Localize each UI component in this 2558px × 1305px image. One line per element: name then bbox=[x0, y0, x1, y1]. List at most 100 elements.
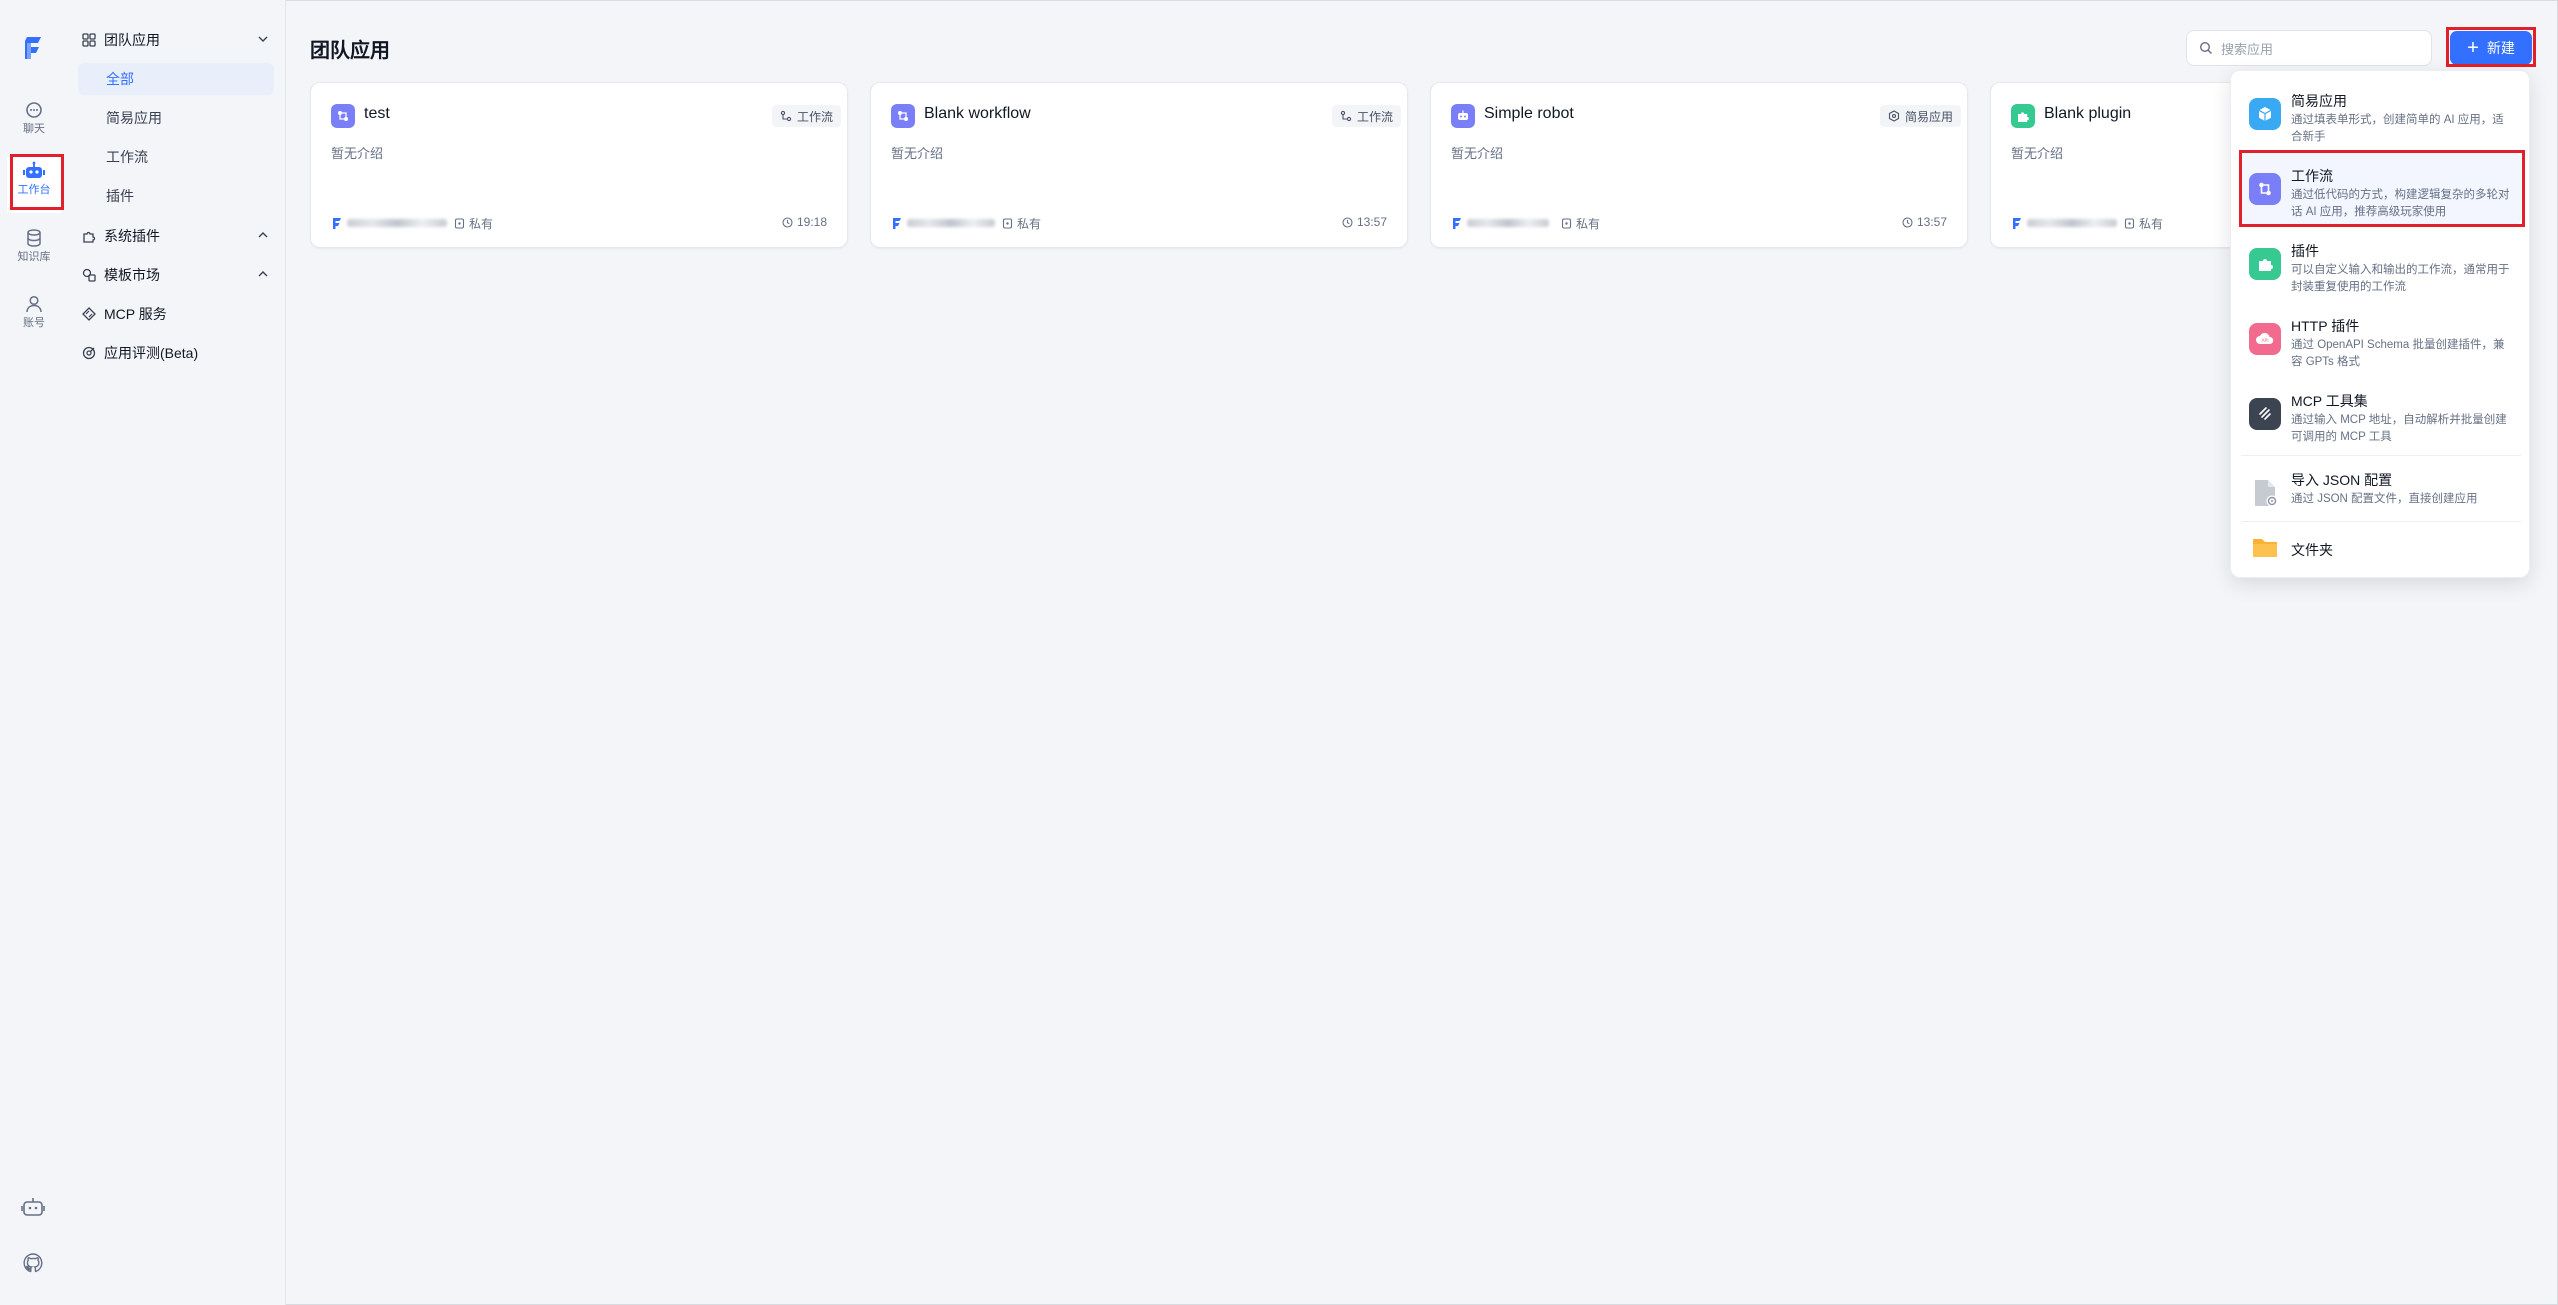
app-name: Blank plugin bbox=[2044, 105, 2132, 122]
avatar-icon bbox=[333, 218, 341, 229]
avatar-icon bbox=[2013, 218, 2021, 229]
menu-item-desc: 通过输入 MCP 地址，自动解析并批量创建可调用的 MCP 工具 bbox=[2291, 414, 2507, 443]
sidebar-group-template-market[interactable]: 模板市场 bbox=[80, 262, 278, 288]
menu-item-desc: 通过 JSON 配置文件，直接创建应用 bbox=[2291, 493, 2478, 505]
owner-name-redacted bbox=[907, 219, 995, 227]
simple-app-icon bbox=[1451, 104, 1475, 128]
sidebar-item-app-eval[interactable]: 应用评测(Beta) bbox=[80, 340, 278, 366]
sidebar-item-mcp-service[interactable]: MCP 服务 bbox=[80, 301, 278, 327]
menu-item-import-json[interactable]: 导入 JSON 配置 通过 JSON 配置文件，直接创建应用 bbox=[2241, 457, 2521, 529]
plugin-icon bbox=[80, 227, 98, 245]
visibility-label: 私有 bbox=[2139, 217, 2164, 231]
sidebar-group-system-plugins[interactable]: 系统插件 bbox=[80, 223, 278, 249]
plugin-app-icon bbox=[2011, 104, 2035, 128]
visibility-badge: 私有 bbox=[454, 215, 493, 232]
sidebar-item-simple-apps[interactable]: 简易应用 bbox=[78, 102, 274, 134]
rail-item-knowledge-label: 知识库 bbox=[17, 251, 51, 263]
sidebar-group-team-apps[interactable]: 团队应用 bbox=[80, 27, 278, 53]
database-icon bbox=[27, 229, 41, 247]
workflow-app-icon bbox=[331, 104, 355, 128]
updated-time-label: 13:57 bbox=[1916, 215, 1947, 229]
menu-item-title: 文件夹 bbox=[2291, 542, 2333, 558]
mcp-icon bbox=[80, 305, 98, 323]
menu-item-title: 工作流 bbox=[2291, 168, 2333, 184]
app-card-footer: 私有 13:57 bbox=[891, 214, 1387, 232]
app-name: Simple robot bbox=[1484, 105, 1574, 122]
puzzle-icon bbox=[2249, 248, 2281, 280]
template-icon bbox=[80, 266, 98, 284]
app-type-tag: 简易应用 bbox=[1879, 105, 1961, 127]
clock-icon bbox=[1902, 216, 1913, 228]
new-button-label: 新建 bbox=[2486, 40, 2515, 56]
app-description: 暂无介绍 bbox=[891, 146, 944, 161]
page-title: 团队应用 bbox=[310, 40, 390, 62]
rail-item-workbench[interactable]: 工作台 bbox=[7, 157, 61, 213]
app-type-tag: 工作流 bbox=[1331, 105, 1401, 127]
chevron-up-icon bbox=[258, 232, 268, 238]
sidebar-group-team-apps-label: 团队应用 bbox=[104, 32, 160, 48]
menu-item-title: 简易应用 bbox=[2291, 93, 2347, 109]
evaluation-icon bbox=[80, 344, 98, 362]
sidebar-item-mcp-service-label: MCP 服务 bbox=[104, 306, 167, 322]
menu-item-workflow[interactable]: 工作流 通过低代码的方式，构建逻辑复杂的多轮对话 AI 应用，推荐高级玩家使用 bbox=[2241, 153, 2521, 225]
new-button[interactable]: + 新建 bbox=[2450, 31, 2532, 65]
clock-icon bbox=[1342, 216, 1353, 228]
app-card-simple-robot[interactable]: Simple robot 简易应用 暂无介绍 私有 13:57 bbox=[1430, 82, 1968, 248]
mcp-icon bbox=[2249, 398, 2281, 430]
rail-item-chat[interactable]: 聊天 bbox=[7, 96, 61, 152]
app-card-footer: 私有 13:57 bbox=[1451, 214, 1947, 232]
app-type-label: 工作流 bbox=[796, 109, 833, 124]
sidebar-item-workflow[interactable]: 工作流 bbox=[78, 141, 274, 173]
app-card-blank-workflow[interactable]: Blank workflow 工作流 暂无介绍 私有 13:57 bbox=[870, 82, 1408, 248]
lock-icon bbox=[1002, 218, 1013, 229]
lock-icon bbox=[454, 218, 465, 229]
sidebar-item-plugins[interactable]: 插件 bbox=[78, 180, 274, 212]
updated-time-label: 19:18 bbox=[796, 215, 827, 229]
svg-text:API: API bbox=[2261, 338, 2268, 344]
visibility-label: 私有 bbox=[1017, 217, 1042, 231]
sidebar-group-template-market-label: 模板市场 bbox=[104, 267, 160, 283]
robot-icon bbox=[23, 161, 45, 178]
rail-item-account-label: 账号 bbox=[23, 317, 45, 329]
owner-name-redacted bbox=[347, 219, 447, 227]
menu-item-desc: 可以自定义输入和输出的工作流，通常用于封装重复使用的工作流 bbox=[2291, 264, 2510, 293]
github-icon[interactable] bbox=[21, 1251, 45, 1275]
app-description: 暂无介绍 bbox=[331, 146, 384, 161]
sidebar-group-system-plugins-label: 系统插件 bbox=[104, 228, 160, 244]
menu-item-mcp-toolset[interactable]: MCP 工具集 通过输入 MCP 地址，自动解析并批量创建可调用的 MCP 工具 bbox=[2241, 378, 2521, 450]
sidebar: 团队应用 全部 简易应用 工作流 插件 系统插件 模板市场 MCP 服务 应用评… bbox=[66, 0, 286, 1305]
workflow-icon bbox=[780, 110, 792, 122]
rail-item-knowledge[interactable]: 知识库 bbox=[7, 224, 61, 280]
menu-item-folder[interactable]: 文件夹 bbox=[2241, 523, 2521, 573]
app-card-footer: 私有 19:18 bbox=[331, 214, 827, 232]
sidebar-item-all[interactable]: 全部 bbox=[78, 63, 274, 95]
lock-icon bbox=[1561, 218, 1572, 229]
avatar-icon bbox=[1453, 218, 1461, 229]
simple-app-icon bbox=[1888, 110, 1900, 122]
menu-item-plugin[interactable]: 插件 可以自定义输入和输出的工作流，通常用于封装重复使用的工作流 bbox=[2241, 228, 2521, 300]
search-box[interactable] bbox=[2186, 30, 2432, 66]
visibility-label: 私有 bbox=[469, 217, 494, 231]
workflow-app-icon bbox=[891, 104, 915, 128]
menu-item-desc: 通过低代码的方式，构建逻辑复杂的多轮对话 AI 应用，推荐高级玩家使用 bbox=[2291, 189, 2510, 218]
chat-icon bbox=[26, 102, 42, 118]
rail-item-account[interactable]: 账号 bbox=[7, 290, 61, 346]
app-card-test[interactable]: test 工作流 暂无介绍 私有 19:18 bbox=[310, 82, 848, 248]
avatar-icon bbox=[893, 218, 901, 229]
bot-feedback-icon[interactable] bbox=[21, 1195, 45, 1219]
icon-rail: 聊天 工作台 知识库 账号 bbox=[0, 0, 66, 1305]
app-name: test bbox=[364, 105, 390, 122]
chevron-down-icon bbox=[258, 36, 268, 42]
search-input[interactable] bbox=[2219, 37, 2423, 61]
updated-time: 13:57 bbox=[1342, 215, 1387, 229]
updated-time: 19:18 bbox=[782, 215, 827, 229]
menu-item-title: MCP 工具集 bbox=[2291, 393, 2368, 409]
updated-time: 13:57 bbox=[1902, 215, 1947, 229]
app-description: 暂无介绍 bbox=[2011, 146, 2064, 161]
app-logo-icon[interactable] bbox=[18, 32, 48, 62]
visibility-label: 私有 bbox=[1576, 217, 1601, 231]
menu-item-desc: 通过 OpenAPI Schema 批量创建插件，兼容 GPTs 格式 bbox=[2291, 339, 2505, 368]
user-icon bbox=[26, 295, 42, 313]
menu-item-simple-app[interactable]: 简易应用 通过填表单形式，创建简单的 AI 应用，适合新手 bbox=[2241, 78, 2521, 150]
menu-item-http-plugin[interactable]: API HTTP 插件 通过 OpenAPI Schema 批量创建插件，兼容 … bbox=[2241, 303, 2521, 375]
